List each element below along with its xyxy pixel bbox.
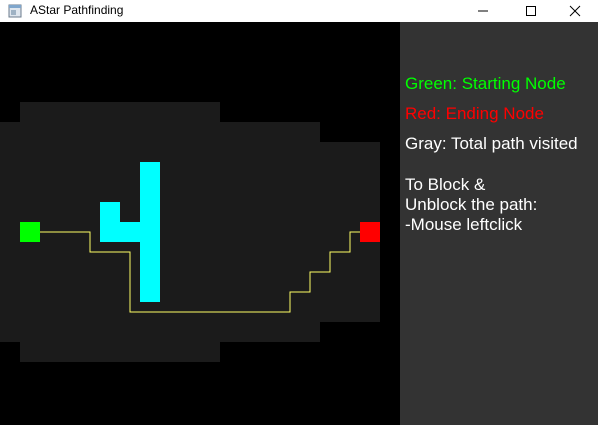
maximize-button[interactable] — [508, 0, 554, 22]
title-bar[interactable]: AStar Pathfinding — [0, 0, 598, 22]
close-button[interactable] — [552, 0, 598, 22]
minimize-button[interactable] — [460, 0, 506, 22]
minimize-icon — [478, 10, 488, 12]
legend-visited: Gray: Total path visited — [405, 134, 578, 153]
app-window: AStar Pathfinding Green: Starting Node R… — [0, 0, 598, 425]
wall-cell[interactable] — [100, 222, 160, 242]
pathfinding-grid[interactable] — [0, 22, 400, 425]
app-icon — [8, 4, 22, 18]
legend-end: Red: Ending Node — [405, 104, 544, 123]
maximize-icon — [526, 6, 536, 16]
window-title: AStar Pathfinding — [30, 3, 124, 17]
start-node[interactable] — [20, 222, 40, 242]
close-icon — [569, 5, 581, 17]
instruction-line-1: To Block & — [405, 175, 486, 194]
instructions: To Block & Unblock the path: -Mouse left… — [405, 175, 537, 235]
end-node[interactable] — [360, 222, 380, 242]
instruction-line-3: -Mouse leftclick — [405, 215, 523, 234]
instruction-line-2: Unblock the path: — [405, 195, 538, 214]
grid-svg[interactable] — [0, 22, 400, 425]
legend-start: Green: Starting Node — [405, 74, 566, 93]
legend-panel: Green: Starting Node Red: Ending Node Gr… — [400, 22, 598, 425]
